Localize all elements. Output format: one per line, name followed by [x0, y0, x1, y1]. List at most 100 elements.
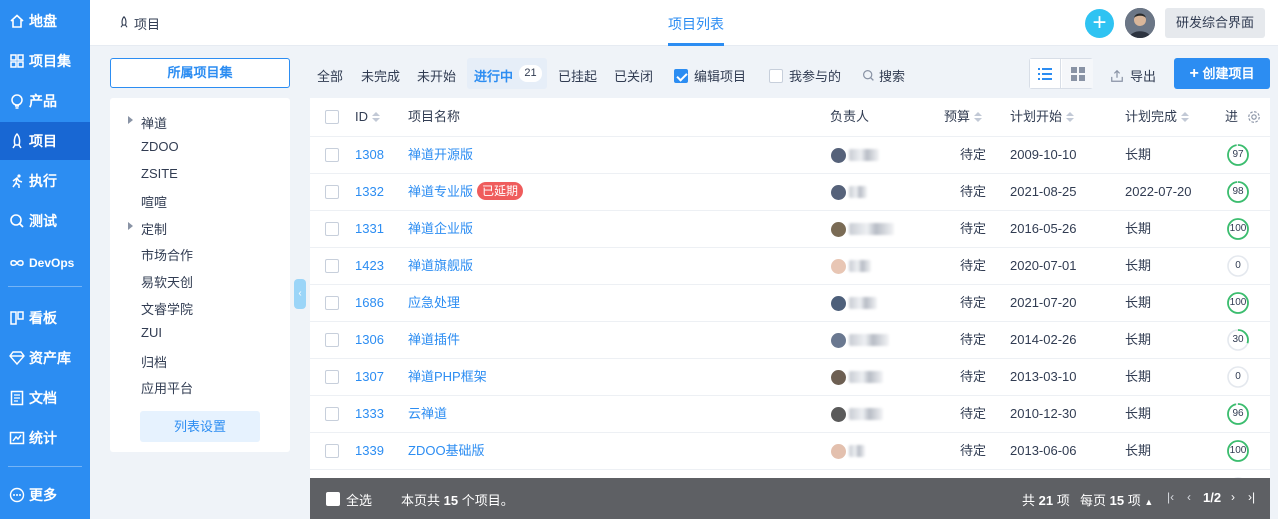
filter-unfinished[interactable]: 未完成 — [361, 66, 400, 85]
row-checkbox[interactable] — [325, 407, 339, 421]
select-all-checkbox[interactable] — [326, 492, 340, 506]
row-checkbox[interactable] — [325, 444, 339, 458]
nav-item-project[interactable]: 项目 — [0, 122, 90, 160]
mine-checkbox[interactable]: 我参与的 — [769, 66, 841, 85]
breadcrumb[interactable]: 项目 — [118, 14, 160, 33]
run-icon — [9, 173, 25, 189]
project-id[interactable]: 1686 — [355, 285, 384, 321]
first-page-button[interactable]: |‹ — [1167, 490, 1174, 504]
column-header-id[interactable]: ID — [355, 98, 380, 136]
create-project-button[interactable]: + 创建项目 — [1174, 58, 1270, 89]
nav-item-devops[interactable]: DevOps — [0, 244, 90, 282]
app-switch-button[interactable]: 研发综合界面 — [1165, 8, 1265, 38]
project-name-link[interactable]: 禅道PHP框架 — [408, 369, 487, 384]
sidebar-collapse-handle[interactable]: ‹ — [294, 279, 306, 309]
nav-item-stats[interactable]: 统计 — [0, 419, 90, 457]
tree-item[interactable]: 定制 — [128, 219, 167, 238]
project-id[interactable]: 1306 — [355, 322, 384, 358]
project-id[interactable]: 1333 — [355, 396, 384, 432]
nav-item-dashboard[interactable]: 地盘 — [0, 2, 90, 40]
row-checkbox[interactable] — [325, 259, 339, 273]
list-settings-button[interactable]: 列表设置 — [140, 411, 260, 442]
export-button[interactable]: 导出 — [1110, 66, 1156, 85]
nav-item-program[interactable]: 项目集 — [0, 42, 90, 80]
filter-in-progress[interactable]: 进行中 21 — [467, 58, 547, 89]
list-view-button[interactable] — [1030, 59, 1061, 88]
caret-right-icon[interactable] — [128, 222, 133, 230]
nav-item-product[interactable]: 产品 — [0, 82, 90, 120]
nav-item-docs[interactable]: 文档 — [0, 379, 90, 417]
progress-value: 96 — [1232, 408, 1244, 419]
tree-item[interactable]: ZSITE — [141, 166, 178, 181]
checkbox-checked[interactable] — [674, 69, 688, 83]
select-all-label[interactable]: 全选 — [346, 490, 372, 509]
project-name-link[interactable]: 禅道旗舰版 — [408, 258, 473, 273]
nav-item-more[interactable]: 更多 — [0, 476, 90, 514]
row-checkbox[interactable] — [325, 333, 339, 347]
quick-create-button[interactable]: + — [1085, 9, 1114, 38]
avatar[interactable] — [1125, 8, 1155, 38]
next-page-button[interactable]: › — [1231, 490, 1235, 504]
per-page-select[interactable]: 每页 15 项 ▲ — [1080, 490, 1153, 509]
end-date-cell: 长期 — [1125, 369, 1152, 384]
tree-item-label: ZSITE — [141, 166, 178, 181]
project-id[interactable]: 1307 — [355, 359, 384, 395]
row-checkbox[interactable] — [325, 185, 339, 199]
project-name-link[interactable]: 禅道插件 — [408, 332, 460, 347]
nav-item-kanban[interactable]: 看板 — [0, 299, 90, 337]
nav-item-assets[interactable]: 资产库 — [0, 339, 90, 377]
filter-not-started[interactable]: 未开始 — [417, 66, 456, 85]
card-view-button[interactable] — [1062, 59, 1093, 88]
row-checkbox[interactable] — [325, 222, 339, 236]
nav-label: 更多 — [29, 487, 57, 503]
column-header-budget[interactable]: 预算 — [944, 98, 983, 136]
project-id[interactable]: 1332 — [355, 174, 384, 210]
project-name-link[interactable]: 云禅道 — [408, 406, 447, 421]
nav-label: 看板 — [29, 310, 57, 326]
filter-all[interactable]: 全部 — [317, 66, 343, 85]
project-id[interactable]: 1423 — [355, 248, 384, 284]
tree-item[interactable]: ZDOO — [141, 139, 179, 154]
project-name-link[interactable]: ZDOO基础版 — [408, 443, 485, 458]
project-name-link[interactable]: 禅道专业版 — [408, 184, 473, 199]
tree-item[interactable]: 归档 — [141, 352, 167, 371]
column-header-begin[interactable]: 计划开始 — [1010, 98, 1075, 136]
tree-item[interactable]: ZUI — [141, 325, 162, 340]
project-id[interactable]: 1331 — [355, 211, 384, 247]
nav-item-test[interactable]: 测试 — [0, 202, 90, 240]
tree-item[interactable]: 禅道 — [128, 113, 167, 132]
last-page-button[interactable]: ›| — [1248, 490, 1255, 504]
prev-page-button[interactable]: ‹ — [1187, 490, 1191, 504]
edit-projects-checkbox[interactable]: 编辑项目 — [674, 66, 746, 85]
row-checkbox[interactable] — [325, 370, 339, 384]
tree-item[interactable]: 易软天创 — [141, 272, 193, 291]
select-all-rows-checkbox[interactable] — [325, 110, 339, 124]
tree-item[interactable]: 市场合作 — [141, 245, 193, 264]
tab-project-list[interactable]: 项目列表 — [668, 14, 724, 34]
project-id[interactable]: 1308 — [355, 137, 384, 173]
filter-suspended[interactable]: 已挂起 — [558, 66, 597, 85]
begin-date-cell: 2013-06-06 — [1010, 443, 1077, 458]
row-checkbox[interactable] — [325, 148, 339, 162]
tree-item[interactable]: 文睿学院 — [141, 299, 193, 318]
column-header-owner[interactable]: 负责人 — [830, 98, 869, 136]
search-toggle[interactable]: 搜索 — [862, 66, 905, 85]
project-name-link[interactable]: 禅道开源版 — [408, 147, 473, 162]
project-name-link[interactable]: 禅道企业版 — [408, 221, 473, 236]
search-label: 搜索 — [879, 69, 906, 84]
nav-item-execution[interactable]: 执行 — [0, 162, 90, 200]
gear-icon[interactable] — [1247, 110, 1261, 124]
caret-right-icon[interactable] — [128, 116, 133, 124]
avatar — [831, 332, 846, 348]
project-name-link[interactable]: 应急处理 — [408, 295, 460, 310]
row-checkbox[interactable] — [325, 296, 339, 310]
checkbox[interactable] — [769, 69, 783, 83]
program-filter-title[interactable]: 所属项目集 — [110, 58, 290, 88]
column-header-end[interactable]: 计划完成 — [1125, 98, 1190, 136]
tree-item[interactable]: 喧喧 — [141, 192, 167, 211]
project-id[interactable]: 1339 — [355, 433, 384, 469]
column-header-progress[interactable]: 进 — [1225, 98, 1238, 136]
tree-item[interactable]: 应用平台 — [141, 378, 193, 397]
column-header-name[interactable]: 项目名称 — [408, 98, 460, 136]
filter-closed[interactable]: 已关闭 — [614, 66, 653, 85]
